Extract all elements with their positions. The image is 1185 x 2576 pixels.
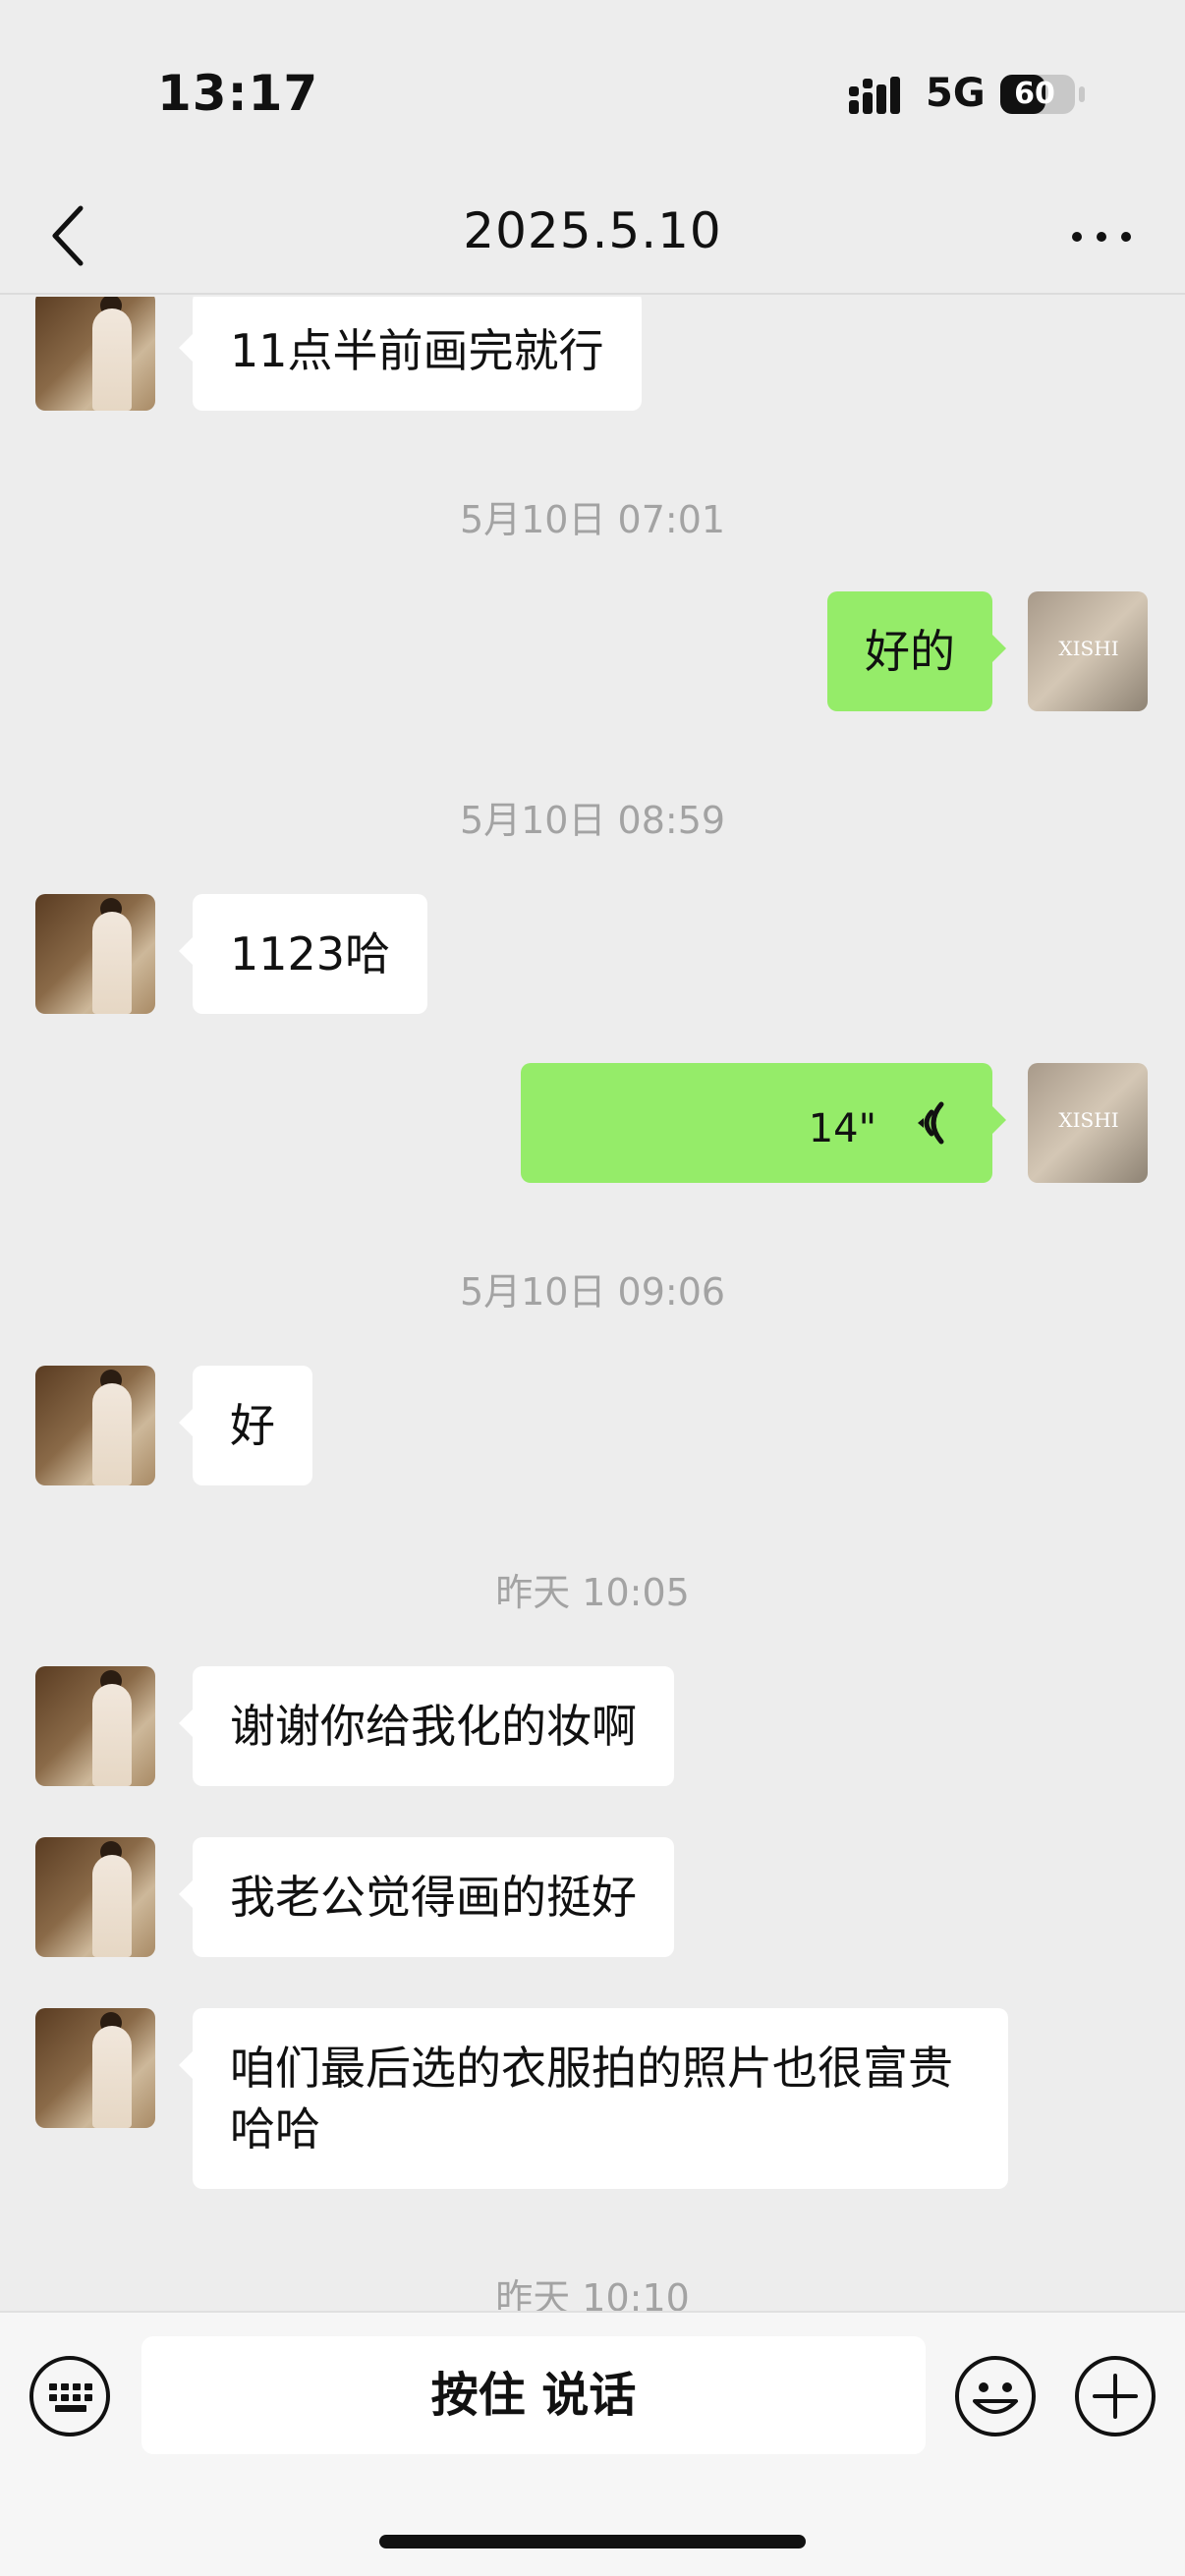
voice-wave-icon [918, 1101, 944, 1145]
avatar-brand-mark: XISHI [1058, 637, 1119, 660]
timestamp: 5月10日 08:59 [459, 799, 726, 842]
more-horizontal-icon[interactable] [1067, 212, 1136, 261]
message-bubble[interactable]: 1123哈 [178, 894, 428, 1014]
avatar-figure [92, 1383, 132, 1485]
message-bubble[interactable]: 好 [179, 1366, 312, 1485]
avatar-figure [92, 308, 132, 411]
avatar-figure [92, 2026, 132, 2128]
battery-tip [1079, 86, 1085, 102]
avatar-figure [92, 1855, 132, 1957]
timestamp: 5月10日 07:01 [459, 498, 726, 541]
message-bubble[interactable]: 我老公觉得画的挺好 [179, 1837, 674, 1957]
keyboard-icon[interactable] [28, 2354, 112, 2438]
message-list[interactable]: 11点半前画完就行 5月10日 07:01 好的 XISHI 5月10日 08:… [0, 297, 1185, 2311]
timestamp: 昨天 10:05 [495, 1571, 690, 1614]
status-bar: 13:17 5G 60 [0, 0, 1185, 177]
plus-icon[interactable] [1073, 2354, 1157, 2438]
avatar[interactable] [35, 1837, 155, 1957]
timestamp: 昨天 10:10 [495, 2276, 690, 2311]
signal-icon [849, 77, 900, 114]
avatar-figure [92, 912, 132, 1014]
avatar[interactable] [35, 2008, 155, 2128]
battery-percentage: 60 [1014, 77, 1055, 111]
avatar[interactable] [35, 297, 155, 411]
avatar[interactable]: XISHI [1028, 591, 1148, 711]
voice-message[interactable]: 14" [521, 1063, 1006, 1183]
message-bubble[interactable]: 好的 [827, 591, 1006, 711]
avatar[interactable] [35, 1366, 155, 1485]
avatar-brand-mark: XISHI [1058, 1108, 1119, 1132]
battery-icon: 60 [1000, 75, 1075, 114]
page-title: 2025.5.10 [463, 202, 722, 259]
voice-duration: 14" [808, 1106, 876, 1151]
message-bubble[interactable]: 谢谢你给我化的妆啊 [179, 1666, 674, 1786]
avatar[interactable] [35, 1666, 155, 1786]
hold-to-talk-button[interactable]: 按住 说话 [141, 2336, 926, 2454]
network-label: 5G [926, 71, 986, 116]
home-indicator [379, 2535, 806, 2548]
timestamp: 5月10日 09:06 [459, 1270, 726, 1314]
avatar[interactable] [35, 894, 155, 1014]
chat-header: 2025.5.10 [0, 177, 1185, 295]
message-bubble[interactable]: 咱们最后选的衣服拍的照片也很富贵 哈哈 [179, 2008, 1008, 2189]
emoji-icon[interactable] [953, 2354, 1038, 2438]
avatar-figure [92, 1684, 132, 1786]
message-bubble[interactable]: 11点半前画完就行 [179, 297, 642, 411]
status-time: 13:17 [157, 65, 319, 122]
avatar[interactable]: XISHI [1028, 1063, 1148, 1183]
